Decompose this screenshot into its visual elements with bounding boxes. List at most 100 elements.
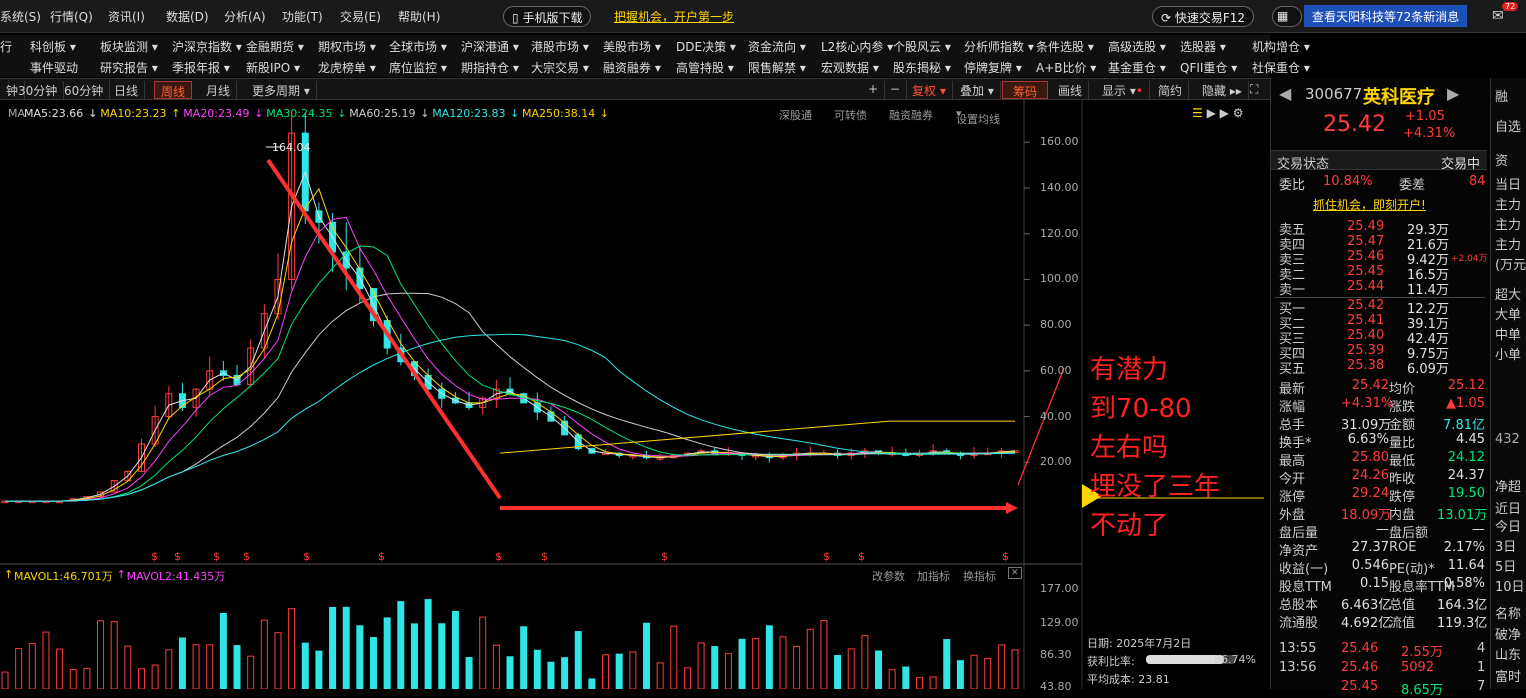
nav2-item-12[interactable]: 股东揭秘 ▾ [893,59,951,76]
fast-trade-label: 快速交易F12 [1174,11,1246,25]
nav2-item-7[interactable]: 大宗交易 ▾ [531,59,589,76]
nav2-item-16[interactable]: QFII重仓 ▾ [1180,59,1237,76]
nav-item-15[interactable]: 条件选股 ▾ [1036,38,1094,55]
menu-analysis[interactable]: 分析(A) [224,8,266,25]
nav2-item-6[interactable]: 期指持仓 ▾ [461,59,519,76]
menu-function[interactable]: 功能(T) [282,8,323,25]
nav-item-2[interactable]: 板块监测 ▾ [100,38,158,55]
zoom-out-button[interactable]: − [884,81,908,99]
volume-bar [902,666,910,689]
period-month-tab[interactable]: 月线 [200,81,238,99]
nav-item-17[interactable]: 选股器 ▾ [1180,38,1226,55]
menu-data[interactable]: 数据(D) [166,8,209,25]
simple-button[interactable]: 简约 [1152,81,1190,99]
volume-bar [233,645,241,689]
nav-item-3[interactable]: 沪深京指数 ▾ [172,38,242,55]
nav2-item-4[interactable]: 龙虎榜单 ▾ [318,59,376,76]
stat-label: 内盘 [1389,508,1416,523]
nav-item-5[interactable]: 期权市场 ▾ [318,38,376,55]
nav-item-16[interactable]: 高级选股 ▾ [1108,38,1166,55]
period-week-tab[interactable]: 周线 [154,81,193,99]
stat-row: 外盘 18.09万 内盘 13.01万 [1279,504,1489,523]
menu-news[interactable]: 资讯(I) [108,8,145,25]
nav-item-7[interactable]: 沪深港通 ▾ [461,38,519,55]
nav2-item-14[interactable]: A+B比价 ▾ [1036,59,1096,76]
fullscreen-icon[interactable]: ⛶ [1244,81,1264,99]
period-30min-tab[interactable]: 30分钟 [12,81,65,99]
chip-date: 日期: 2025年7月2日 [1087,637,1192,650]
adjust-dropdown[interactable]: 复权 ▾ [906,81,953,99]
tick-price: 25.46 [1341,660,1379,675]
dividend-marker: $ [541,550,548,563]
period-day-tab[interactable]: 日线 [108,81,146,99]
side-item-18: 10日 [1495,580,1525,595]
volume-bar [137,668,145,689]
vol-tick-1: 129.00 [1040,616,1079,629]
nav-item-10[interactable]: DDE决策 ▾ [676,38,736,55]
layout-icon[interactable]: ▦ [1272,6,1302,27]
nav2-item-0[interactable]: 事件驱动 [30,59,78,76]
ask-change: +2.04万 [1451,254,1488,264]
volume-bar [738,638,746,689]
switch-indicator-link[interactable]: 换指标 [963,568,996,584]
nav2-item-17[interactable]: 社保重仓 ▾ [1252,59,1310,76]
nav2-item-9[interactable]: 高管持股 ▾ [676,59,734,76]
nav-item-13[interactable]: 个股风云 ▾ [893,38,951,55]
open-account-link[interactable]: 抓住机会，即刻开户! [1313,196,1426,213]
nav-item-12[interactable]: L2核心内参 ▾ [821,38,893,55]
menu-help[interactable]: 帮助(H) [398,8,440,25]
nav2-item-11[interactable]: 宏观数据 ▾ [821,59,879,76]
nav2-item-1[interactable]: 研究报告 ▾ [100,59,158,76]
nav2-item-2[interactable]: 季报年报 ▾ [172,59,230,76]
trade-status-label: 交易状态 [1277,157,1330,172]
ask-price: 25.49 [1347,219,1385,234]
menu-system[interactable]: 系统(S) [0,8,41,25]
period-60min-tab[interactable]: 60分钟 [58,81,111,99]
menu-quotes[interactable]: 行情(Q) [50,8,93,25]
volume-bar [547,661,555,689]
overlay-dropdown[interactable]: 叠加 ▾ [954,81,1001,99]
nav-item-8[interactable]: 港股市场 ▾ [531,38,589,55]
display-dropdown[interactable]: 显示 ▾• [1096,81,1150,99]
next-stock-icon[interactable]: ▶ [1447,84,1459,103]
kline-chart[interactable]: $ $ $ $ $ $ $ $ $ $ $ $ 164.04 [0,100,1270,689]
nav2-item-15[interactable]: 基金重仓 ▾ [1108,59,1166,76]
edit-params-link[interactable]: 改参数 [872,568,905,584]
nav-item-0[interactable]: 行 [0,38,12,55]
fast-trade-button[interactable]: ⟳ 快速交易F12 [1152,6,1255,27]
side-item-21: 山东 [1495,648,1522,663]
promo-link[interactable]: 把握机会，开户第一步 [614,8,734,25]
more-periods-dropdown[interactable]: 更多周期 ▾ [246,81,317,99]
nav2-item-13[interactable]: 停牌复牌 ▾ [964,59,1022,76]
volume-bar [793,645,801,689]
nav-item-9[interactable]: 美股市场 ▾ [603,38,661,55]
mobile-download-button[interactable]: ▯ 手机版下载 [503,6,592,27]
bid-price: 25.38 [1347,358,1385,373]
add-indicator-link[interactable]: 加指标 [917,568,950,584]
close-indicator-icon[interactable]: ✕ [1008,567,1022,579]
menu-trade[interactable]: 交易(E) [340,8,381,25]
nav2-item-8[interactable]: 融资融券 ▾ [603,59,661,76]
draw-button[interactable]: 画线 [1052,81,1090,99]
nav-item-1[interactable]: 科创板 ▾ [30,38,76,55]
nav-item-6[interactable]: 全球市场 ▾ [389,38,447,55]
nav-item-18[interactable]: 机构增仓 ▾ [1252,38,1310,55]
zoom-in-button[interactable]: + [862,81,886,99]
side-item-13: 净超 [1495,480,1522,495]
side-item-11: 小单 [1495,348,1522,363]
mail-icon[interactable]: ✉ [1492,8,1504,24]
nav-item-11[interactable]: 资金流向 ▾ [748,38,806,55]
nav2-item-5[interactable]: 席位监控 ▾ [389,59,447,76]
stat-label: ROE [1389,540,1417,555]
news-banner[interactable]: 查看天阳科技等72条新消息 [1304,5,1468,27]
price-tick-5: 60.00 [1040,363,1072,377]
nav-item-14[interactable]: 分析师指数 ▾ [964,38,1034,55]
volume-bar [861,635,869,689]
prev-stock-icon[interactable]: ◀ [1279,84,1291,103]
stat-label: 股息TTM [1279,580,1332,595]
hide-button[interactable]: 隐藏 ▸▸ [1196,81,1249,99]
nav-item-4[interactable]: 金融期货 ▾ [246,38,304,55]
nav2-item-10[interactable]: 限售解禁 ▾ [748,59,806,76]
chips-button[interactable]: 筹码 [1002,81,1048,99]
nav2-item-3[interactable]: 新股IPO ▾ [246,59,300,76]
